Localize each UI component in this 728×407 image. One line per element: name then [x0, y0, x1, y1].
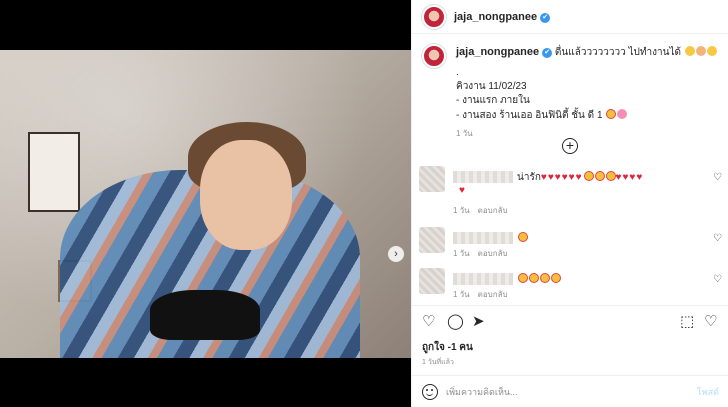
share-icon[interactable]: ➤: [472, 314, 485, 330]
comment-text-continued: ♥: [459, 185, 466, 197]
caption-separator: .: [456, 67, 459, 78]
load-more-comments-button[interactable]: +: [562, 138, 578, 154]
heart-eyes-emoji-icon: [605, 171, 616, 181]
heart-eyes-emoji-icon: [551, 273, 561, 283]
comment-meta: 1 วัน ตอบกลับ: [453, 204, 508, 217]
post-timestamp: 1 วันที่แล้ว: [422, 359, 454, 366]
heart-emoji-icon: ♥: [459, 185, 465, 196]
caption-body: ตื่นแล้วววววววว ไปทำงานได้: [554, 47, 681, 58]
comment-time: 1 วัน: [453, 249, 470, 258]
photo-subject-face: [200, 140, 292, 250]
comment-composer: โพสต์: [412, 375, 728, 407]
post-header: jaja_nongpanee ✔: [412, 0, 728, 34]
caption-item: - งานสอง ร้านเออ อินฟินิตี้ ชั้น ดี 1: [456, 109, 720, 122]
grin-emoji-icon: [706, 46, 717, 56]
emoji-picker-icon[interactable]: [422, 384, 438, 400]
avatar[interactable]: [422, 4, 446, 29]
comment-like-icon[interactable]: ♡: [713, 172, 722, 183]
like-icon[interactable]: ♡: [422, 314, 435, 330]
heart-emoji-icon: ♥: [547, 172, 554, 183]
heart-outline-icon[interactable]: ♡: [704, 314, 717, 330]
grin-emoji-icon: [684, 46, 695, 56]
heart-eyes-emoji-icon: [594, 171, 605, 181]
heart-eyes-emoji-icon: [606, 109, 617, 119]
comment-avatar[interactable]: [419, 268, 445, 294]
caption-time: 1 วัน: [456, 129, 473, 138]
reply-button[interactable]: ตอบกลับ: [478, 290, 508, 299]
comment-input[interactable]: [446, 384, 676, 400]
comment-text: น่ารัก♥♥♥♥♥♥ ♥♥♥♥: [517, 171, 643, 183]
heart-eyes-emoji-icon: [540, 273, 550, 283]
heart-emoji-icon: ♥: [629, 172, 636, 183]
comment-username-redacted[interactable]: [453, 273, 513, 285]
comment-username-redacted[interactable]: [453, 232, 513, 244]
media-panel: ›: [0, 0, 411, 407]
header-username[interactable]: jaja_nongpanee ✔: [454, 11, 551, 23]
comment-meta: 1 วัน ตอบกลับ: [453, 288, 508, 301]
heart-emoji-icon: ♥: [554, 172, 561, 183]
comment-like-icon[interactable]: ♡: [713, 274, 722, 285]
comment-text: [517, 273, 561, 286]
heart-eyes-emoji-icon: [583, 171, 594, 181]
heart-emoji-icon: ♥: [561, 172, 568, 183]
post-comment-button[interactable]: โพสต์: [697, 385, 719, 399]
verified-icon: ✔: [540, 12, 551, 23]
photo-subject-top: [150, 290, 260, 340]
ok-hand-emoji-icon: [695, 46, 706, 56]
comment-icon[interactable]: ◯: [447, 314, 464, 330]
wall-poster: [28, 132, 80, 212]
heart-emoji-icon: ♥: [622, 172, 629, 183]
heart-emoji-icon: ♥: [540, 172, 547, 183]
post-actions: ♡ ◯ ➤ ⬚ ♡: [412, 305, 728, 337]
caption-first-line: jaja_nongpanee ✔ ตื่นแล้วววววววว ไปทำงานไ…: [456, 46, 720, 59]
post-sidebar: jaja_nongpanee ✔ jaja_nongpanee ✔ ตื่นแล้ว…: [411, 0, 728, 407]
carousel-next-button[interactable]: ›: [388, 246, 404, 262]
comment-like-icon[interactable]: ♡: [713, 233, 722, 244]
heart-emoji-icon: ♥: [636, 172, 643, 183]
reply-button[interactable]: ตอบกลับ: [478, 249, 508, 258]
likes-count[interactable]: ถูกใจ -1 คน: [422, 340, 473, 355]
comment-text: [517, 232, 528, 245]
heart-emoji-icon: ♥: [615, 172, 622, 183]
heart-eyes-emoji-icon: [518, 232, 528, 242]
heart-emoji-icon: ♥: [568, 172, 575, 183]
caption-username[interactable]: jaja_nongpanee ✔: [456, 46, 553, 58]
reply-button[interactable]: ตอบกลับ: [478, 206, 508, 215]
comment-avatar[interactable]: [419, 227, 445, 253]
heart-emoji-icon: ♥: [575, 172, 582, 183]
comment-time: 1 วัน: [453, 290, 470, 299]
caption-date: คิวงาน 11/02/23: [456, 81, 527, 92]
comment-time: 1 วัน: [453, 206, 470, 215]
caption-lines: . คิวงาน 11/02/23 - งานแรก ภายใน - งานสอ…: [456, 67, 720, 122]
comment-avatar[interactable]: [419, 166, 445, 192]
save-icon[interactable]: ⬚: [680, 314, 694, 330]
caption-item: - งานแรก ภายใน: [456, 95, 530, 106]
verified-icon: ✔: [542, 48, 553, 58]
flower-emoji-icon: [617, 109, 628, 119]
heart-eyes-emoji-icon: [529, 273, 539, 283]
caption-text: jaja_nongpanee ✔ ตื่นแล้วววววววว ไปทำงานไ…: [456, 46, 720, 140]
avatar[interactable]: [422, 44, 446, 68]
post-photo[interactable]: ›: [0, 50, 411, 358]
comment-username-redacted[interactable]: [453, 171, 513, 183]
heart-eyes-emoji-icon: [518, 273, 528, 283]
comment-meta: 1 วัน ตอบกลับ: [453, 247, 508, 260]
